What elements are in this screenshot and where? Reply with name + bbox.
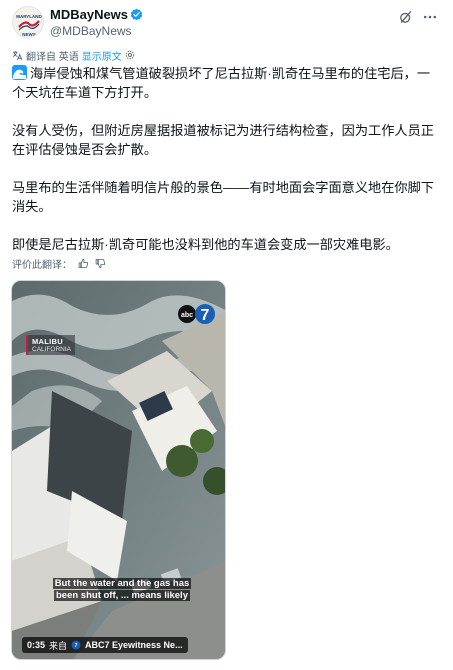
tweet-text: 海岸侵蚀和煤气管道破裂损坏了尼古拉斯·凯奇在马里布的住宅后，一个天坑在车道下方打… bbox=[12, 64, 440, 273]
rate-translation: 评价此翻译： bbox=[12, 256, 106, 271]
location-line-2: CALIFORNIA bbox=[32, 346, 72, 353]
translation-notice: 翻译自 英语 显示原文 bbox=[12, 48, 135, 63]
caption-line-1: But the water and the gas has bbox=[52, 578, 192, 589]
source-avatar-icon: 7 bbox=[71, 640, 81, 650]
tweet-header: MARYLAND NEWS MDBayNews @MDBayNews bbox=[12, 6, 441, 42]
location-tag: MALIBU CALIFORNIA bbox=[26, 335, 76, 355]
more-icon[interactable] bbox=[422, 9, 438, 25]
tweet-paragraph-1: 海岸侵蚀和煤气管道破裂损坏了尼古拉斯·凯奇在马里布的住宅后，一个天坑在车道下方打… bbox=[12, 65, 431, 100]
video-caption: But the water and the gas has been shut … bbox=[42, 578, 202, 602]
translated-from-label: 翻译自 英语 bbox=[26, 51, 79, 63]
svg-text:7: 7 bbox=[201, 307, 210, 324]
tweet-paragraph-3: 马里布的生活伴随着明信片般的景色——有时地面会字面意义地在你脚下消失。 bbox=[12, 180, 434, 214]
video-player[interactable]: MALIBU CALIFORNIA abc 7 But the water an… bbox=[11, 280, 226, 660]
verified-badge-icon bbox=[130, 8, 143, 21]
account-handle[interactable]: @MDBayNews bbox=[50, 24, 132, 38]
svg-text:abc: abc bbox=[181, 312, 193, 319]
thumbs-up-icon[interactable] bbox=[78, 258, 89, 269]
tweet-paragraph-2: 没有人受伤，但附近房屋据报道被标记为进行结构检查，因为工作人员正在评估侵蚀是否会… bbox=[12, 123, 434, 157]
video-source-prefix: 来自 bbox=[49, 640, 68, 651]
video-source-name[interactable]: ABC7 Eyewitness Ne... bbox=[85, 640, 183, 650]
account-name[interactable]: MDBayNews bbox=[50, 7, 128, 22]
show-original-link[interactable]: 显示原文 bbox=[82, 48, 122, 63]
svg-text:NEWS: NEWS bbox=[22, 32, 36, 37]
tweet-paragraph-4: 即使是尼古拉斯·凯奇可能也没料到他的车道会变成一部灾难电影。 bbox=[12, 237, 399, 252]
svg-text:MARYLAND: MARYLAND bbox=[16, 14, 42, 19]
caption-line-2: been shut off, ... means likely bbox=[54, 590, 190, 601]
thumbs-down-icon[interactable] bbox=[95, 258, 106, 269]
location-line-1: MALIBU bbox=[32, 337, 63, 346]
video-duration: 0:35 bbox=[27, 640, 46, 650]
svg-text:7: 7 bbox=[75, 643, 78, 649]
wave-icon bbox=[12, 65, 27, 80]
abc7-logo-icon: abc 7 bbox=[178, 304, 215, 324]
avatar[interactable]: MARYLAND NEWS bbox=[12, 6, 44, 38]
translate-icon bbox=[12, 50, 23, 60]
rate-translation-label: 评价此翻译： bbox=[12, 260, 72, 271]
avatar-logo-icon: MARYLAND NEWS bbox=[13, 7, 43, 37]
grok-icon[interactable] bbox=[398, 9, 414, 25]
settings-icon[interactable] bbox=[125, 50, 135, 60]
video-info-bar: 0:35 来自 7 ABC7 Eyewitness Ne... bbox=[22, 637, 188, 653]
